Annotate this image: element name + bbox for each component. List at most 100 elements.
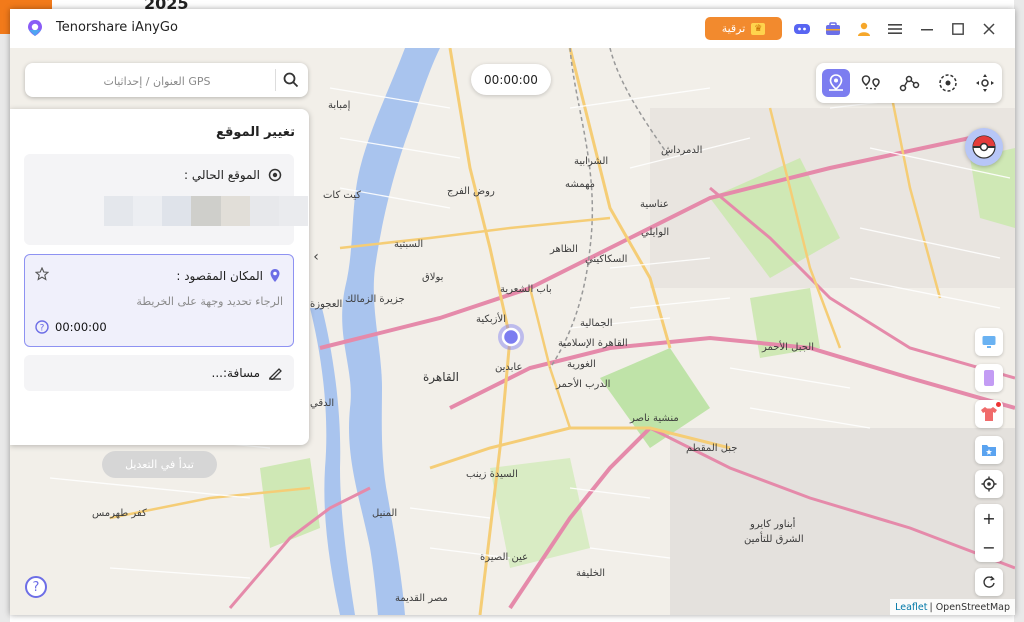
map-label: الدقي bbox=[310, 398, 335, 409]
map-label: إمبابة bbox=[328, 100, 351, 111]
search-divider bbox=[275, 69, 276, 91]
map-label: السيدة زينب bbox=[466, 469, 518, 480]
help-circle-icon[interactable]: ? bbox=[35, 320, 49, 334]
crown-icon: ♛ bbox=[751, 22, 766, 35]
app-title: Tenorshare iAnyGo bbox=[56, 20, 178, 35]
pokeball-icon bbox=[972, 135, 996, 159]
phone-tool-button[interactable] bbox=[975, 364, 1003, 392]
menu-icon[interactable] bbox=[885, 19, 905, 39]
current-location-card: الموقع الحالي : bbox=[24, 154, 308, 245]
map-label: السكاكيني bbox=[585, 254, 628, 265]
minimize-button[interactable] bbox=[917, 19, 937, 39]
phone-icon bbox=[984, 370, 994, 386]
map-label: الغورية bbox=[567, 359, 596, 370]
leaflet-link[interactable]: Leaflet bbox=[895, 602, 927, 613]
map-label: مهمشه bbox=[565, 179, 596, 190]
toolbox-icon[interactable] bbox=[823, 19, 843, 39]
destination-label: المكان المقصود : bbox=[176, 269, 263, 283]
discord-icon[interactable] bbox=[792, 19, 812, 39]
upgrade-button[interactable]: ترقية ♛ bbox=[705, 17, 782, 40]
map-label: باب الشعرية bbox=[500, 284, 552, 295]
shirt-tool-button[interactable] bbox=[975, 400, 1003, 428]
map-label: الشرق للتأمين bbox=[744, 534, 804, 545]
rotate-icon bbox=[983, 576, 995, 588]
openstreetmap-link[interactable]: | OpenStreetMap bbox=[929, 602, 1010, 613]
map-label: القاهرة الإسلامية bbox=[558, 338, 628, 349]
zoom-controls: + − bbox=[975, 504, 1003, 562]
zoom-in-button[interactable]: + bbox=[975, 504, 1003, 533]
collapse-panel-chevron-icon[interactable]: ‹ bbox=[309, 247, 323, 267]
map-label: المنيل bbox=[372, 508, 398, 519]
reset-rotation-button[interactable] bbox=[975, 568, 1003, 596]
locate-me-button[interactable] bbox=[975, 470, 1003, 498]
map-label: أبناور كايرو bbox=[750, 519, 796, 530]
map-label: الخليفة bbox=[576, 568, 606, 579]
mode-toolbar bbox=[816, 63, 1002, 103]
jump-teleport-icon bbox=[939, 74, 957, 92]
multi-spot-mode-button[interactable] bbox=[895, 69, 923, 97]
map-label: عناسية bbox=[640, 199, 669, 210]
map-label: جزيرة الزمالك bbox=[345, 294, 405, 305]
crosshair-icon bbox=[981, 476, 997, 492]
account-icon[interactable] bbox=[854, 19, 874, 39]
map-label: السبتية bbox=[394, 239, 424, 250]
folder-star-icon bbox=[982, 445, 996, 456]
help-button[interactable]: ? bbox=[25, 576, 47, 598]
joystick-mode-button[interactable] bbox=[971, 69, 999, 97]
distance-card: مسافة:... bbox=[24, 355, 294, 391]
current-location-label: الموقع الحالي : bbox=[184, 168, 260, 182]
favorites-folder-button[interactable] bbox=[975, 436, 1003, 464]
title-bar: Tenorshare iAnyGo ترقية ♛ bbox=[10, 9, 1015, 48]
pokemon-go-button[interactable] bbox=[965, 128, 1003, 166]
map-label: الظاهر bbox=[550, 244, 578, 255]
change-location-panel: تغيير الموقع الموقع الحالي : المكان المق… bbox=[10, 109, 319, 478]
timer-display: 00:00:00 bbox=[471, 64, 551, 95]
current-location-icon bbox=[268, 168, 282, 182]
start-modify-button[interactable]: تبدأ في التعديل bbox=[102, 451, 217, 478]
computer-icon bbox=[982, 336, 996, 348]
map-label: بولاق bbox=[422, 272, 444, 283]
search-input[interactable] bbox=[31, 68, 283, 94]
map-label: الوايلي bbox=[641, 227, 670, 238]
maximize-button[interactable] bbox=[948, 19, 968, 39]
two-spot-mode-button[interactable] bbox=[857, 69, 885, 97]
map-label: كفر طهرمس bbox=[92, 508, 147, 519]
map-label: منشية ناصر bbox=[630, 413, 679, 424]
map-label: الأزبكية bbox=[476, 314, 506, 325]
current-location-value-redacted bbox=[104, 196, 308, 226]
map-label: الجمالية bbox=[580, 318, 613, 329]
distance-label: مسافة:... bbox=[211, 366, 260, 380]
map-view[interactable]: إمبابة روض الفرج الشرابية الدمرداش عناسي… bbox=[10, 48, 1015, 615]
teleport-mode-button[interactable] bbox=[822, 69, 850, 97]
svg-text:?: ? bbox=[40, 324, 45, 334]
desktop-background-left bbox=[0, 0, 10, 622]
map-label: كيت كات bbox=[323, 190, 361, 201]
desktop-background-right bbox=[1014, 0, 1024, 622]
map-label: جبل المقطم bbox=[686, 443, 738, 454]
multi-spot-route-icon bbox=[899, 75, 920, 92]
destination-card[interactable]: المكان المقصود : الرجاء تحديد وجهة على ا… bbox=[24, 254, 294, 347]
ruler-icon bbox=[269, 368, 282, 380]
map-label: الجبل الأحمر bbox=[762, 342, 815, 353]
map-attribution: Leaflet | OpenStreetMap bbox=[890, 599, 1015, 615]
destination-pin-icon bbox=[270, 269, 280, 282]
shirt-icon bbox=[981, 407, 997, 421]
search-icon[interactable] bbox=[282, 71, 300, 89]
device-tool-button[interactable] bbox=[975, 328, 1003, 356]
two-spot-route-icon bbox=[861, 75, 880, 90]
map-label: عابدين bbox=[495, 362, 523, 373]
search-bar bbox=[25, 63, 308, 97]
panel-title: تغيير الموقع bbox=[215, 125, 295, 140]
jump-teleport-mode-button[interactable] bbox=[934, 69, 962, 97]
joystick-icon bbox=[976, 74, 994, 92]
map-label: روض الفرج bbox=[447, 186, 495, 197]
upgrade-label: ترقية bbox=[721, 22, 746, 35]
map-label: القاهرة bbox=[423, 370, 459, 384]
map-label: الدرب الأحمر bbox=[556, 379, 611, 390]
map-label: الدمرداش bbox=[661, 145, 703, 156]
close-button[interactable] bbox=[979, 19, 999, 39]
favorite-star-icon[interactable] bbox=[35, 267, 49, 281]
destination-placeholder: الرجاء تحديد وجهة على الخريطة bbox=[136, 295, 283, 308]
zoom-out-button[interactable]: − bbox=[975, 533, 1003, 562]
teleport-icon bbox=[829, 74, 843, 91]
